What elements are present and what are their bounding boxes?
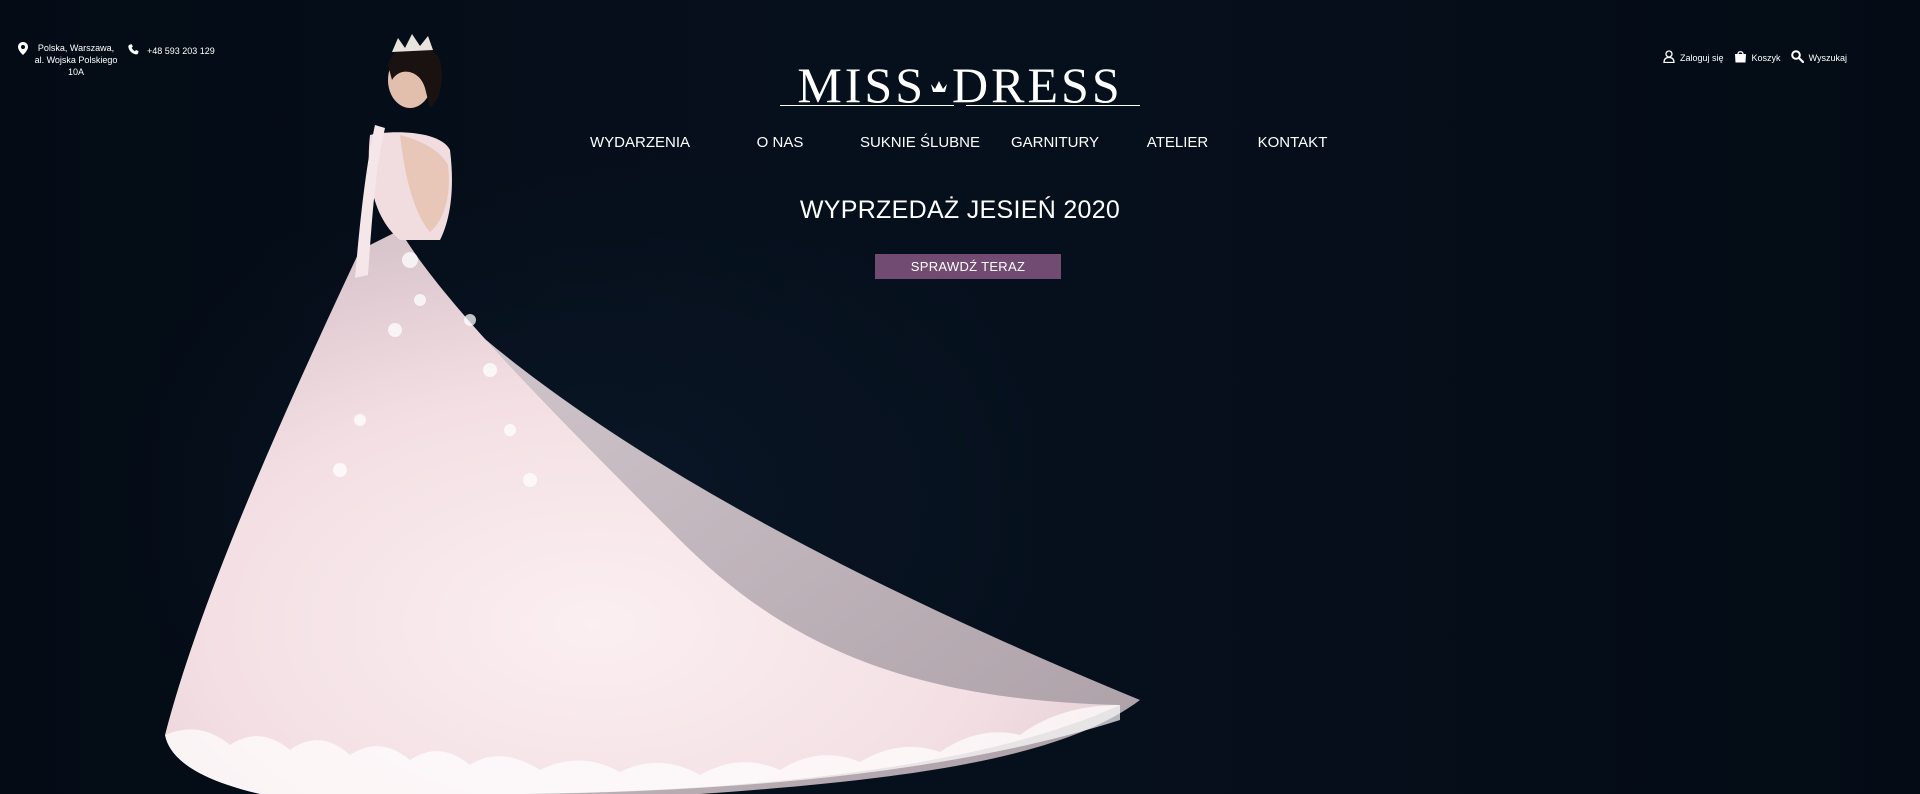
main-nav: WYDARZENIA O NAS SUKNIE ŚLUBNE GARNITURY… <box>0 134 1920 151</box>
logo-wordmark: MISS DRESS <box>797 52 1122 110</box>
nav-item-wydarzenia[interactable]: WYDARZENIA <box>570 134 710 151</box>
logo-underline-right <box>966 105 1140 106</box>
check-now-button[interactable]: SPRAWDŹ TERAZ <box>875 254 1061 279</box>
logo-word-dress: DRESS <box>952 57 1123 113</box>
logo-underline-left <box>780 105 954 106</box>
nav-item-suknie-slubne[interactable]: SUKNIE ŚLUBNE <box>850 134 990 151</box>
nav-item-atelier[interactable]: ATELIER <box>1120 134 1235 151</box>
hero-banner <box>0 0 1920 794</box>
hero-headline: WYPRZEDAŻ JESIEŃ 2020 <box>799 196 1121 224</box>
site-logo[interactable]: MISS DRESS <box>0 52 1920 110</box>
logo-word-miss: MISS <box>797 57 927 113</box>
bride-photo <box>165 34 1140 794</box>
nav-item-o-nas[interactable]: O NAS <box>710 134 850 151</box>
nav-item-garnitury[interactable]: GARNITURY <box>990 134 1120 151</box>
crown-icon <box>930 52 948 102</box>
nav-item-kontakt[interactable]: KONTAKT <box>1235 134 1350 151</box>
logo-underline <box>0 105 1920 107</box>
